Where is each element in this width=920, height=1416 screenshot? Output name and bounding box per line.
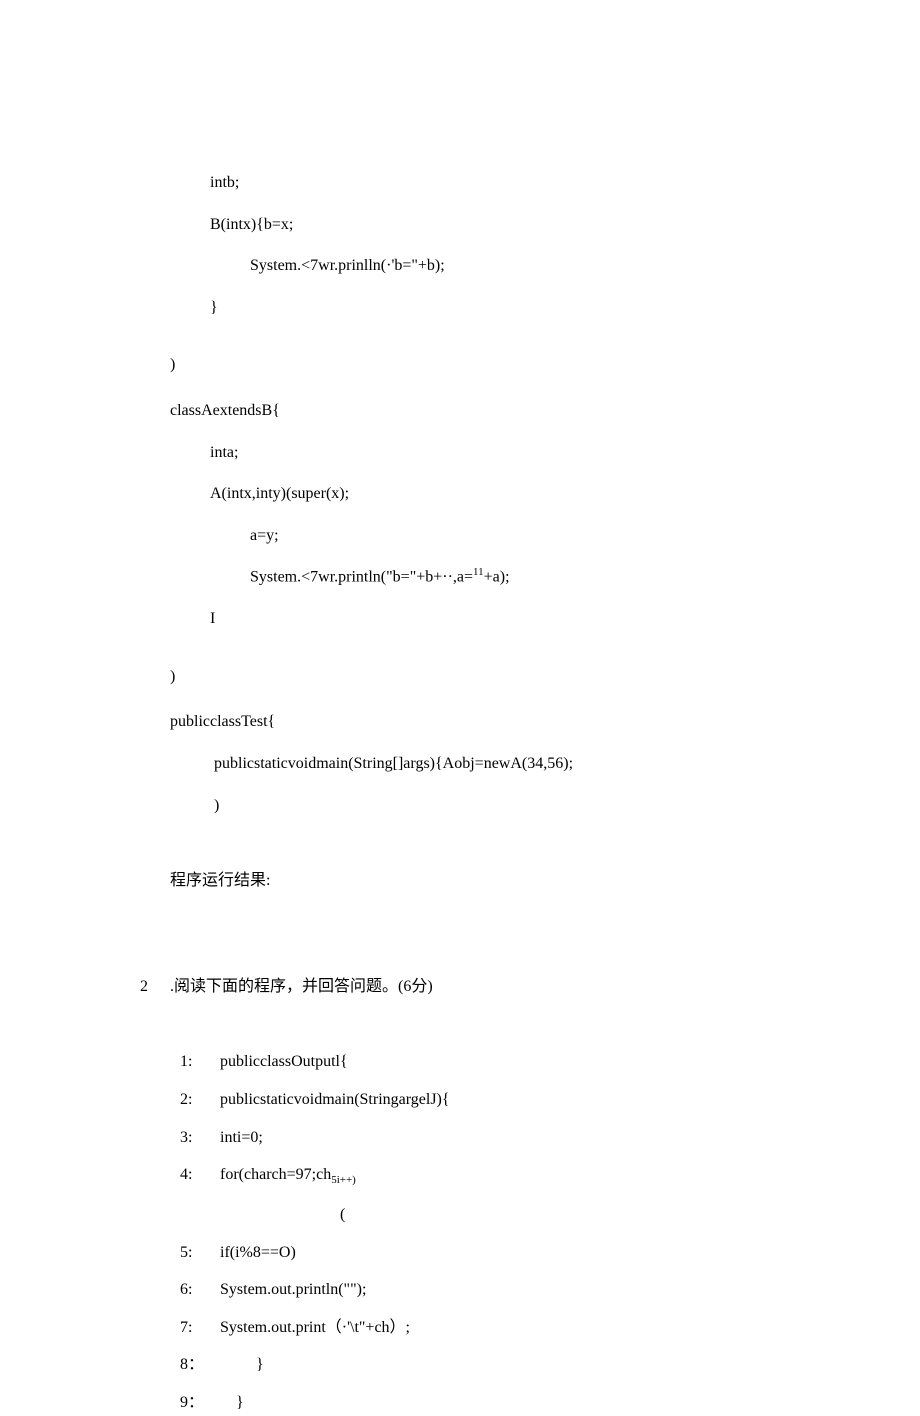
code-line: A(intx,inty)(super(x); [170, 481, 820, 507]
line-number: 7: [180, 1315, 220, 1341]
code-line: a=y; [170, 523, 820, 549]
code-line-4: 4: for(charch=97;ch5i++) [180, 1162, 820, 1190]
line-content: } [220, 1352, 264, 1378]
line-number: 3: [180, 1125, 220, 1151]
line-content: publicstaticvoidmain(StringargelJ){ [220, 1087, 450, 1113]
code-line-2: 2: publicstaticvoidmain(StringargelJ){ [180, 1087, 820, 1113]
line-number: 4: [180, 1162, 220, 1190]
line-content: for(charch=97;ch5i++) [220, 1162, 356, 1190]
paren-line: ( [180, 1202, 820, 1228]
code-line: B(intx){b=x; [170, 212, 820, 238]
line-number: 9： [180, 1390, 220, 1416]
code-close: ) [170, 664, 820, 690]
code-line-8: 8： } [180, 1352, 820, 1378]
line-content: System.out.println(""); [220, 1277, 366, 1303]
line-content: publicclassOutputl{ [220, 1049, 348, 1075]
code-line: System.<7wr.println("b="+b+··,a=11+a); [170, 564, 820, 590]
code-block-3: publicclassTest{ publicstaticvoidmain(St… [170, 709, 820, 818]
line-content: System.out.print（·'\t"+ch）; [220, 1315, 410, 1341]
line-content: if(i%8==O) [220, 1240, 296, 1266]
line-content: } [220, 1390, 244, 1416]
numbered-code-block: 1: publicclassOutputl{ 2: publicstaticvo… [170, 1049, 820, 1415]
line-number: 1: [180, 1049, 220, 1075]
code-line: I [170, 606, 820, 632]
code-block-2: classAextendsB{ inta; A(intx,inty)(super… [170, 398, 820, 689]
question-2: 2 .阅读下面的程序，并回答问题。(6分) [140, 974, 820, 1000]
code-line: ) [170, 793, 820, 819]
code-line: } [170, 295, 820, 321]
code-line-7: 7: System.out.print（·'\t"+ch）; [180, 1315, 820, 1341]
code-line-6: 6: System.out.println(""); [180, 1277, 820, 1303]
code-line-5: 5: if(i%8==O) [180, 1240, 820, 1266]
line-number: 5: [180, 1240, 220, 1266]
code-line: System.<7wr.prinlln(·'b="+b); [170, 253, 820, 279]
line-content: inti=0; [220, 1125, 263, 1151]
line-number: 2: [180, 1087, 220, 1113]
code-line: inta; [170, 440, 820, 466]
code-block-1: intb; B(intx){b=x; System.<7wr.prinlln(·… [170, 170, 820, 378]
code-line: publicstaticvoidmain(String[]args){Aobj=… [170, 751, 820, 777]
question-number: 2 [140, 974, 170, 1000]
line-number: 6: [180, 1277, 220, 1303]
line-number: 8： [180, 1352, 220, 1378]
code-line-1: 1: publicclassOutputl{ [180, 1049, 820, 1075]
code-line: intb; [170, 170, 820, 196]
code-line-9: 9： } [180, 1390, 820, 1416]
class-header: publicclassTest{ [170, 709, 820, 735]
code-close: ) [170, 352, 820, 378]
result-label: 程序运行结果: [170, 868, 820, 894]
question-text: .阅读下面的程序，并回答问题。(6分) [170, 974, 433, 1000]
class-header: classAextendsB{ [170, 398, 820, 424]
code-line-3: 3: inti=0; [180, 1125, 820, 1151]
